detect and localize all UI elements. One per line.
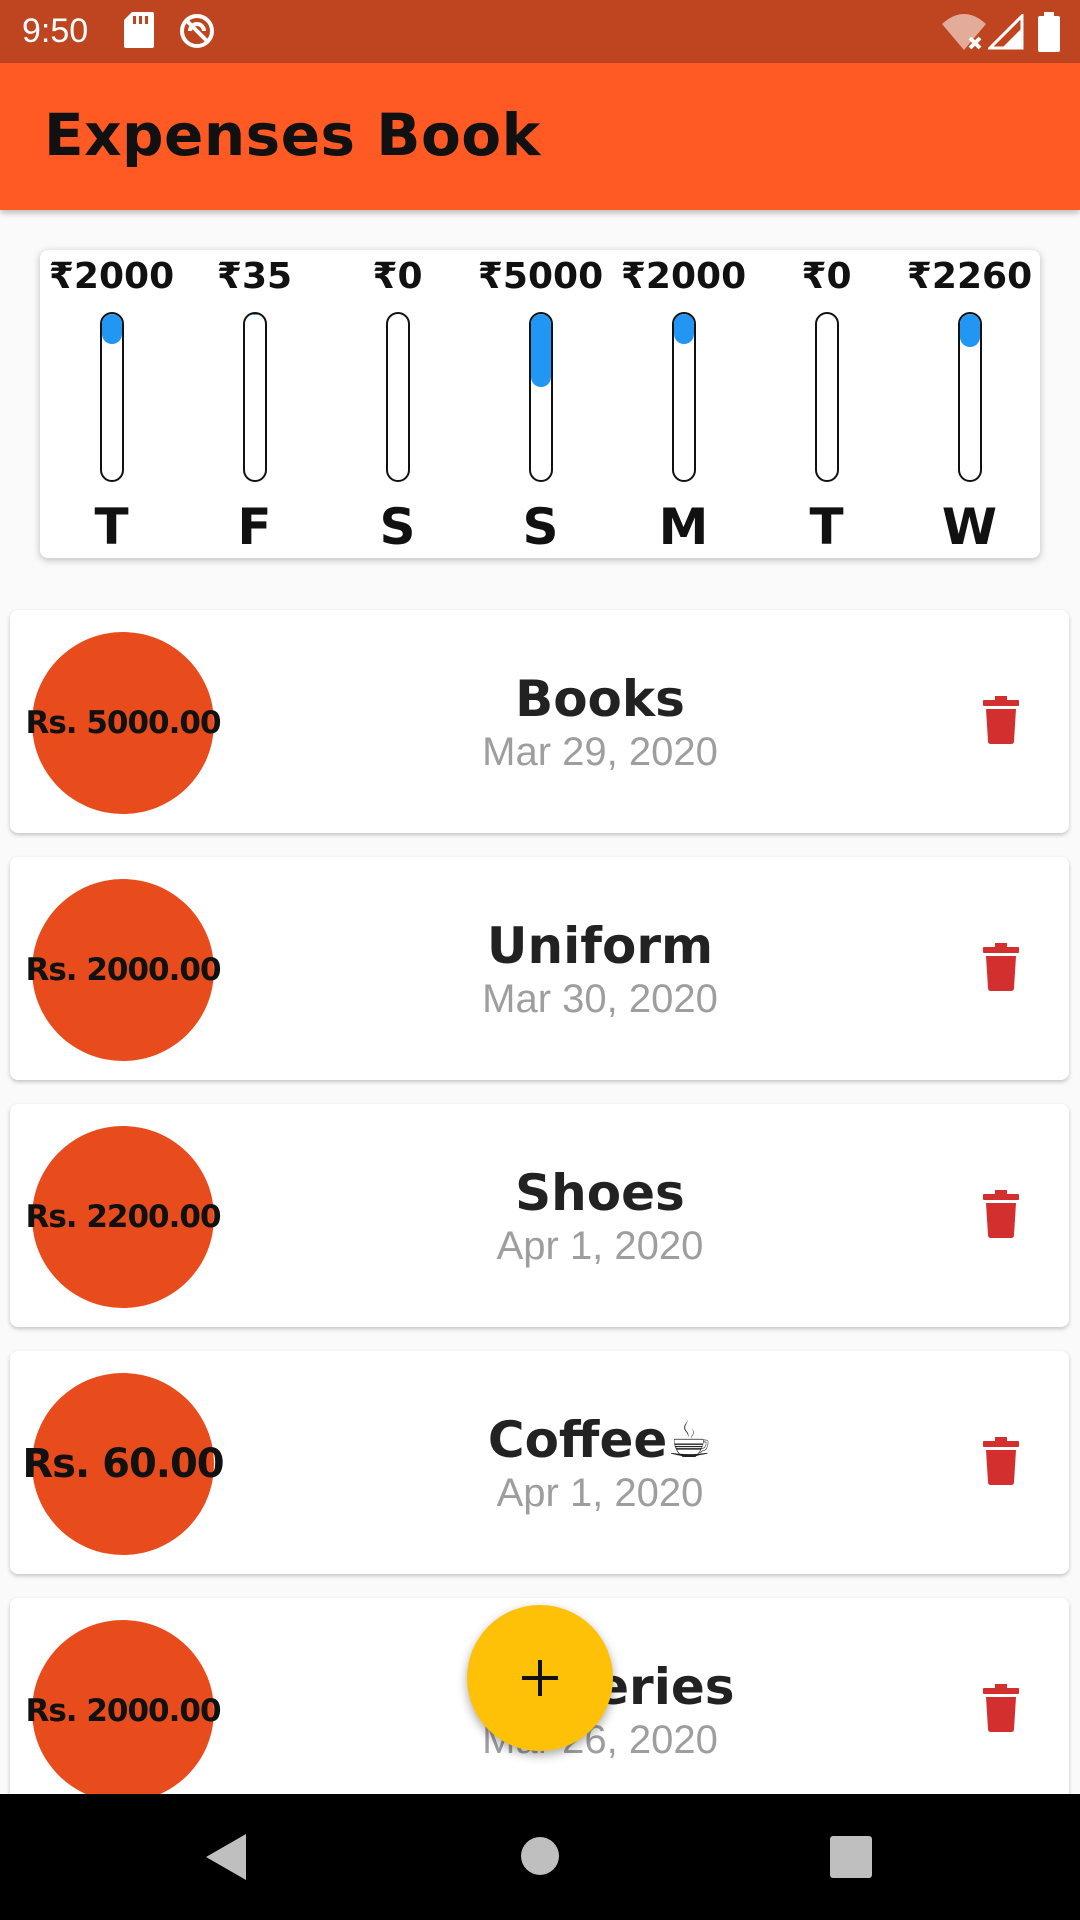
sync-icon: [180, 14, 214, 48]
chart-bar-2: ₹0 S: [326, 250, 469, 558]
bar-amount-label: ₹2260: [906, 256, 1033, 297]
transaction-date: Mar 30, 2020: [482, 977, 718, 1021]
amount-avatar: Rs. 2200.00: [25, 1126, 222, 1308]
signal-icon: [988, 14, 1024, 50]
chart-bar-4: ₹2000 M: [612, 250, 755, 558]
plus-icon: [522, 1660, 558, 1696]
transaction-amount: Rs. 2200.00: [25, 1199, 221, 1235]
transaction-title: Coffee☕: [487, 1411, 713, 1469]
bar-fill: [530, 314, 551, 388]
chart-bar-5: ₹0 T: [755, 250, 898, 558]
bar-fill: [101, 314, 122, 344]
bar-day-label: T: [94, 498, 129, 556]
transaction-details: Coffee☕ Apr 1, 2020: [390, 1351, 810, 1574]
bar-day-label: M: [658, 498, 709, 556]
transaction-amount: Rs. 2000.00: [25, 952, 221, 988]
transaction-date: Mar 26, 2020: [482, 1718, 718, 1762]
bar-amount-label: ₹0: [801, 256, 852, 297]
transaction-title: Uniform: [486, 917, 714, 975]
bar-day-label: S: [379, 498, 416, 556]
app-title: Expenses Book: [44, 101, 541, 169]
transaction-details: Uniform Mar 30, 2020: [390, 857, 810, 1080]
amount-avatar: Rs. 2000.00: [25, 879, 222, 1061]
bar-amount-label: ₹35: [216, 256, 293, 297]
transaction-title: Shoes: [515, 1164, 685, 1222]
bar-track: [528, 312, 553, 482]
transaction-amount: Rs. 60.00: [22, 1441, 224, 1487]
back-icon[interactable]: [204, 1832, 248, 1882]
chart-bar-0: ₹2000 T: [40, 250, 183, 558]
bar-track: [671, 312, 696, 482]
amount-avatar: Rs. 2000.00: [25, 1620, 222, 1802]
chart-bar-6: ₹2260 W: [898, 250, 1041, 558]
transaction-details: Shoes Apr 1, 2020: [390, 1104, 810, 1327]
bar-track: [99, 312, 124, 482]
status-bar: 9:50: [0, 0, 1080, 63]
delete-icon[interactable]: [983, 943, 1019, 991]
bar-track: [957, 312, 982, 482]
bar-amount-label: ₹2000: [620, 256, 747, 297]
chart-bar-1: ₹35 F: [183, 250, 326, 558]
transaction-amount: Rs. 5000.00: [25, 705, 221, 741]
app-bar: Expenses Book: [0, 63, 1080, 210]
bar-fill: [673, 314, 694, 344]
transaction-item[interactable]: Rs. 60.00 Coffee☕ Apr 1, 2020: [10, 1351, 1069, 1574]
bar-track: [242, 312, 267, 482]
home-icon[interactable]: [520, 1836, 560, 1876]
bar-day-label: S: [522, 498, 559, 556]
bar-track: [814, 312, 839, 482]
battery-icon: [1038, 12, 1060, 52]
bar-day-label: T: [809, 498, 844, 556]
wifi-off-icon: [942, 14, 986, 50]
amount-avatar: Rs. 60.00: [22, 1373, 225, 1555]
bar-day-label: F: [237, 498, 272, 556]
transaction-item[interactable]: Rs. 5000.00 Books Mar 29, 2020: [10, 610, 1069, 833]
add-expense-button[interactable]: [467, 1605, 613, 1751]
sd-card-icon: [124, 12, 154, 48]
bar-day-label: W: [941, 498, 998, 556]
transaction-item[interactable]: Rs. 2200.00 Shoes Apr 1, 2020: [10, 1104, 1069, 1327]
bar-amount-label: ₹0: [372, 256, 423, 297]
transaction-date: Mar 29, 2020: [482, 730, 718, 774]
chart-bar-3: ₹5000 S: [469, 250, 612, 558]
delete-icon[interactable]: [983, 696, 1019, 744]
delete-icon[interactable]: [983, 1190, 1019, 1238]
transaction-date: Apr 1, 2020: [496, 1224, 704, 1268]
transaction-item[interactable]: Rs. 2000.00 Uniform Mar 30, 2020: [10, 857, 1069, 1080]
transaction-details: Books Mar 29, 2020: [390, 610, 810, 833]
navigation-bar: [0, 1794, 1080, 1920]
transaction-date: Apr 1, 2020: [496, 1471, 704, 1515]
status-time: 9:50: [22, 12, 89, 50]
bar-track: [385, 312, 410, 482]
bar-amount-label: ₹2000: [48, 256, 175, 297]
bar-fill: [959, 314, 980, 348]
bar-amount-label: ₹5000: [477, 256, 604, 297]
delete-icon[interactable]: [983, 1684, 1019, 1732]
transaction-amount: Rs. 2000.00: [25, 1693, 221, 1729]
transaction-title: Books: [515, 670, 685, 728]
recents-icon[interactable]: [830, 1836, 872, 1878]
delete-icon[interactable]: [983, 1437, 1019, 1485]
weekly-chart: ₹2000 T ₹35 F ₹0 S ₹5000 S ₹2000 M ₹0 T ₹2260 W: [40, 250, 1040, 558]
amount-avatar: Rs. 5000.00: [25, 632, 222, 814]
